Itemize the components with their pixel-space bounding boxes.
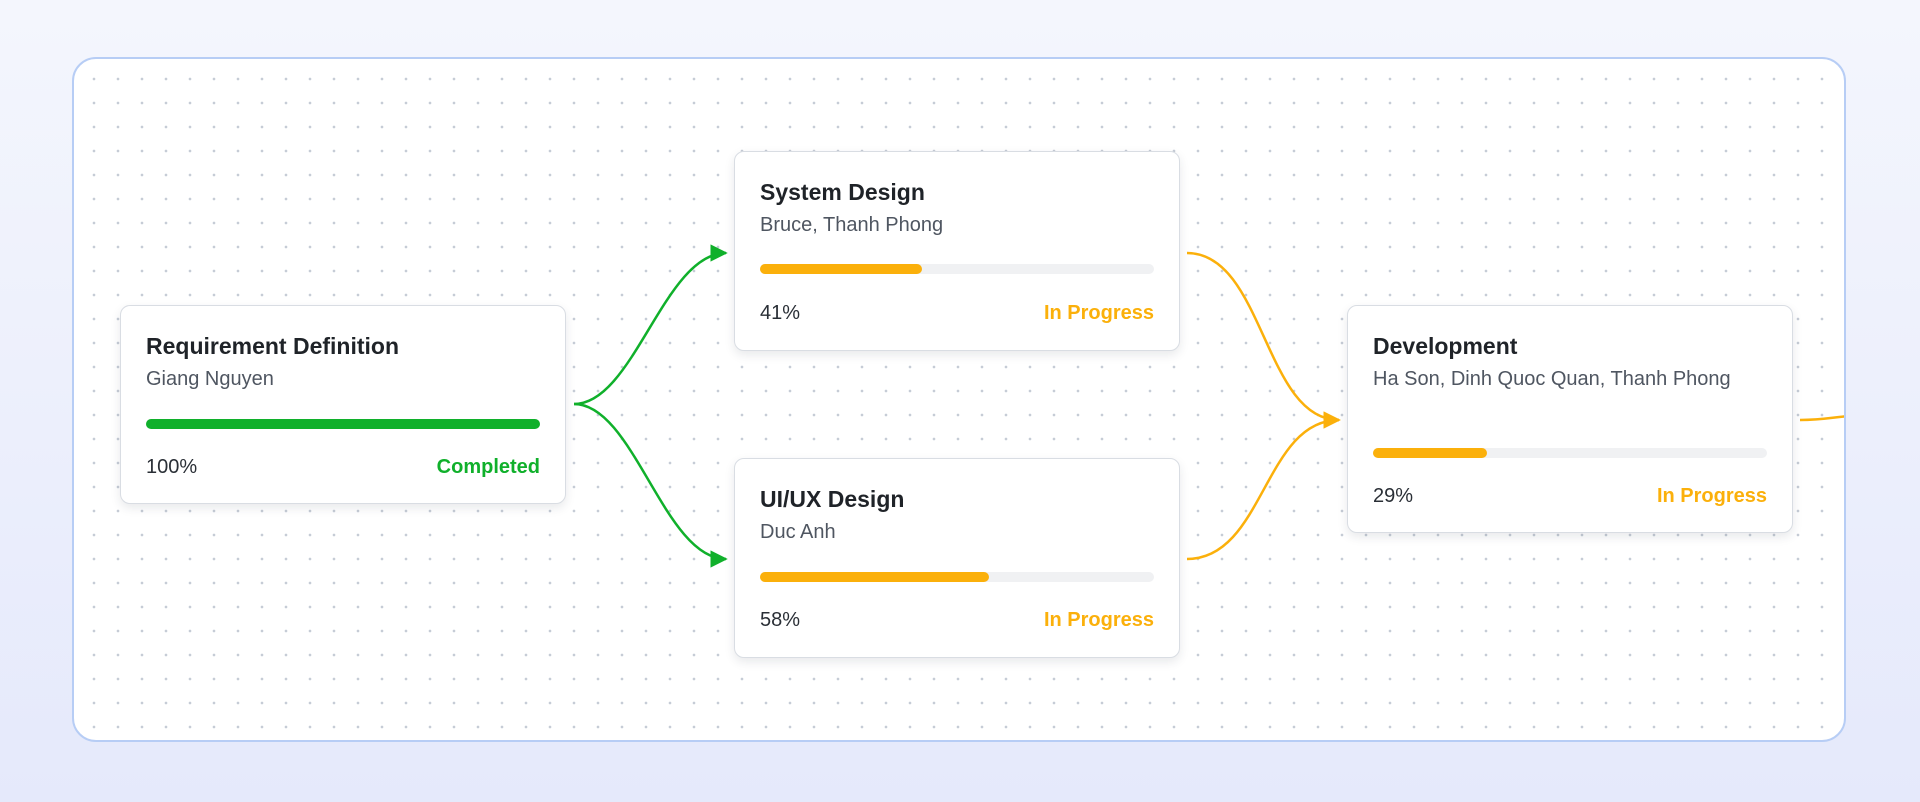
node-requirement-definition[interactable]: Requirement Definition Giang Nguyen 100%… [120,305,566,504]
node-assignees: Ha Son, Dinh Quoc Quan, Thanh Phong [1373,368,1731,390]
edge-system-design-to-development[interactable] [1186,251,1341,429]
status-label: In Progress [1043,302,1154,324]
edge-uiux-design-to-development[interactable] [1186,411,1341,561]
progress-bar [1373,448,1767,458]
node-development[interactable]: Development Ha Son, Dinh Quoc Quan, Than… [1347,305,1793,533]
progress-bar-fill [760,572,989,582]
edge-development-to-next[interactable] [1799,415,1846,422]
status-label: In Progress [1656,485,1767,507]
progress-bar [760,572,1154,582]
progress-bar-fill [760,264,922,274]
node-assignees: Giang Nguyen [146,368,274,390]
node-assignees: Duc Anh [760,521,836,543]
progress-percent: 58% [760,609,801,631]
progress-bar-fill [146,419,540,429]
node-system-design[interactable]: System Design Bruce, Thanh Phong 41% In … [734,151,1180,351]
status-label: In Progress [1043,609,1154,631]
node-uiux-design[interactable]: UI/UX Design Duc Anh 58% In Progress [734,458,1180,658]
node-assignees: Bruce, Thanh Phong [760,214,944,236]
edge-requirement-to-uiux-design[interactable] [573,402,728,568]
progress-percent: 29% [1373,485,1414,507]
node-title: UI/UX Design [760,486,905,512]
progress-percent: 41% [760,302,801,324]
progress-bar [760,264,1154,274]
progress-bar-fill [1373,448,1488,458]
edge-requirement-to-system-design[interactable] [573,244,728,406]
progress-bar [146,419,540,429]
node-title: System Design [760,179,925,205]
progress-percent: 100% [146,456,198,478]
workflow-canvas[interactable]: Requirement Definition Giang Nguyen 100%… [72,57,1846,742]
status-label: Completed [436,456,540,478]
node-title: Development [1373,333,1518,359]
node-title: Requirement Definition [146,333,400,359]
